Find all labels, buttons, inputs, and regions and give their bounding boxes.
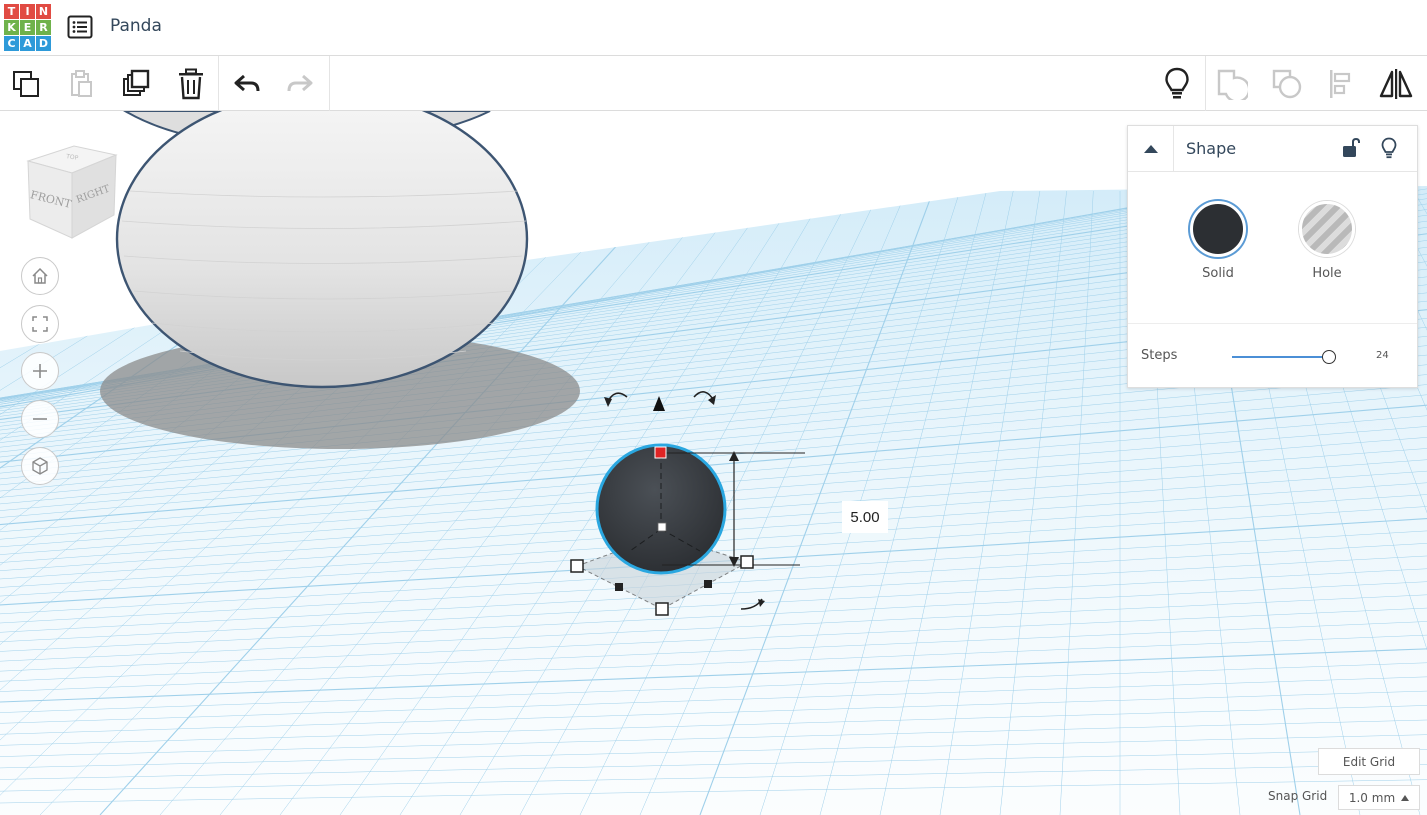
redo-icon <box>287 74 313 92</box>
inspector-divider <box>1128 323 1417 324</box>
hole-swatch[interactable] <box>1299 201 1355 257</box>
ortho-view-button[interactable] <box>21 447 59 485</box>
steps-slider-track[interactable] <box>1232 356 1326 358</box>
show-all-button[interactable] <box>1157 64 1197 104</box>
design-title[interactable]: Panda <box>110 16 162 36</box>
tinkercad-logo[interactable]: TIN KER CAD <box>4 4 52 52</box>
minus-icon <box>33 418 47 420</box>
height-dimension-input[interactable]: 5.00 <box>842 501 888 533</box>
inspector-title: Shape <box>1186 139 1237 158</box>
unlock-icon <box>1343 137 1360 157</box>
zoom-out-button[interactable] <box>21 400 59 438</box>
plus-icon <box>33 364 47 378</box>
list-icon <box>67 15 93 39</box>
solid-label: Solid <box>1202 266 1234 281</box>
steps-slider-handle[interactable] <box>1322 350 1336 364</box>
copy-button[interactable] <box>6 64 46 104</box>
mirror-button[interactable] <box>1376 64 1416 104</box>
logo-letter: R <box>36 20 51 35</box>
snap-grid-label: Snap Grid <box>1268 789 1328 803</box>
align-icon <box>1330 70 1351 98</box>
hide-shape-button[interactable] <box>1376 135 1402 161</box>
body-shape <box>115 111 529 389</box>
undo-button[interactable] <box>227 64 267 104</box>
redo-button[interactable] <box>280 64 320 104</box>
logo-letter: K <box>4 20 19 35</box>
fit-view-button[interactable] <box>21 305 59 343</box>
perspective-cube-icon <box>32 457 48 475</box>
duplicate-icon <box>123 69 150 96</box>
inspector-header: Shape <box>1128 126 1417 172</box>
corner-handle[interactable] <box>570 559 584 573</box>
caret-up-icon <box>1143 145 1158 153</box>
logo-letter: C <box>4 36 19 51</box>
corner-handle[interactable] <box>655 602 669 616</box>
logo-letter: I <box>20 4 35 19</box>
copy-icon <box>13 71 39 97</box>
main-toolbar <box>0 56 1427 111</box>
shape-inspector: Shape Solid Hole Steps 24 <box>1127 125 1418 388</box>
center-handle[interactable] <box>657 522 667 532</box>
lightbulb-icon <box>1165 67 1189 99</box>
mirror-icon <box>1379 69 1413 99</box>
home-icon <box>32 267 48 284</box>
snap-grid-value: 1.0 mm <box>1348 790 1396 805</box>
logo-letter: N <box>36 4 51 19</box>
duplicate-button[interactable] <box>116 64 156 104</box>
toolbar-separator <box>329 56 330 111</box>
toolbar-separator <box>1205 56 1206 111</box>
logo-letter: A <box>20 36 35 51</box>
delete-button[interactable] <box>171 64 211 104</box>
home-view-button[interactable] <box>21 257 59 295</box>
height-handle[interactable] <box>654 446 667 459</box>
solid-color-swatch[interactable] <box>1190 201 1246 257</box>
zoom-in-button[interactable] <box>21 352 59 390</box>
lightbulb-icon <box>1381 137 1397 159</box>
group-button[interactable] <box>1212 64 1252 104</box>
design-list-button[interactable] <box>66 13 94 41</box>
app-header: TIN KER CAD Panda <box>0 0 1427 56</box>
ungroup-icon <box>1272 69 1302 99</box>
corner-handle[interactable] <box>740 555 754 569</box>
inspector-collapse-button[interactable] <box>1128 126 1174 172</box>
ungroup-button[interactable] <box>1267 64 1307 104</box>
group-icon <box>1217 69 1248 100</box>
fit-icon <box>32 316 48 332</box>
logo-letter: D <box>36 36 51 51</box>
align-button[interactable] <box>1321 64 1361 104</box>
logo-letter: E <box>20 20 35 35</box>
trash-icon <box>179 68 203 100</box>
caret-up-icon <box>1401 794 1410 801</box>
view-cube[interactable]: TOP FRONT RIGHT <box>24 141 124 241</box>
steps-label: Steps <box>1141 348 1178 363</box>
logo-letter: T <box>4 4 19 19</box>
steps-value[interactable]: 24 <box>1376 350 1389 361</box>
paste-button[interactable] <box>61 64 101 104</box>
snap-grid-select[interactable]: 1.0 mm <box>1338 785 1420 810</box>
paste-icon <box>71 70 92 97</box>
undo-icon <box>234 74 260 92</box>
toolbar-separator <box>218 56 219 111</box>
side-handle[interactable] <box>704 580 712 588</box>
hole-label: Hole <box>1312 266 1342 281</box>
edit-grid-button[interactable]: Edit Grid <box>1318 748 1420 775</box>
lock-button[interactable] <box>1338 135 1364 161</box>
side-handle[interactable] <box>615 583 623 591</box>
